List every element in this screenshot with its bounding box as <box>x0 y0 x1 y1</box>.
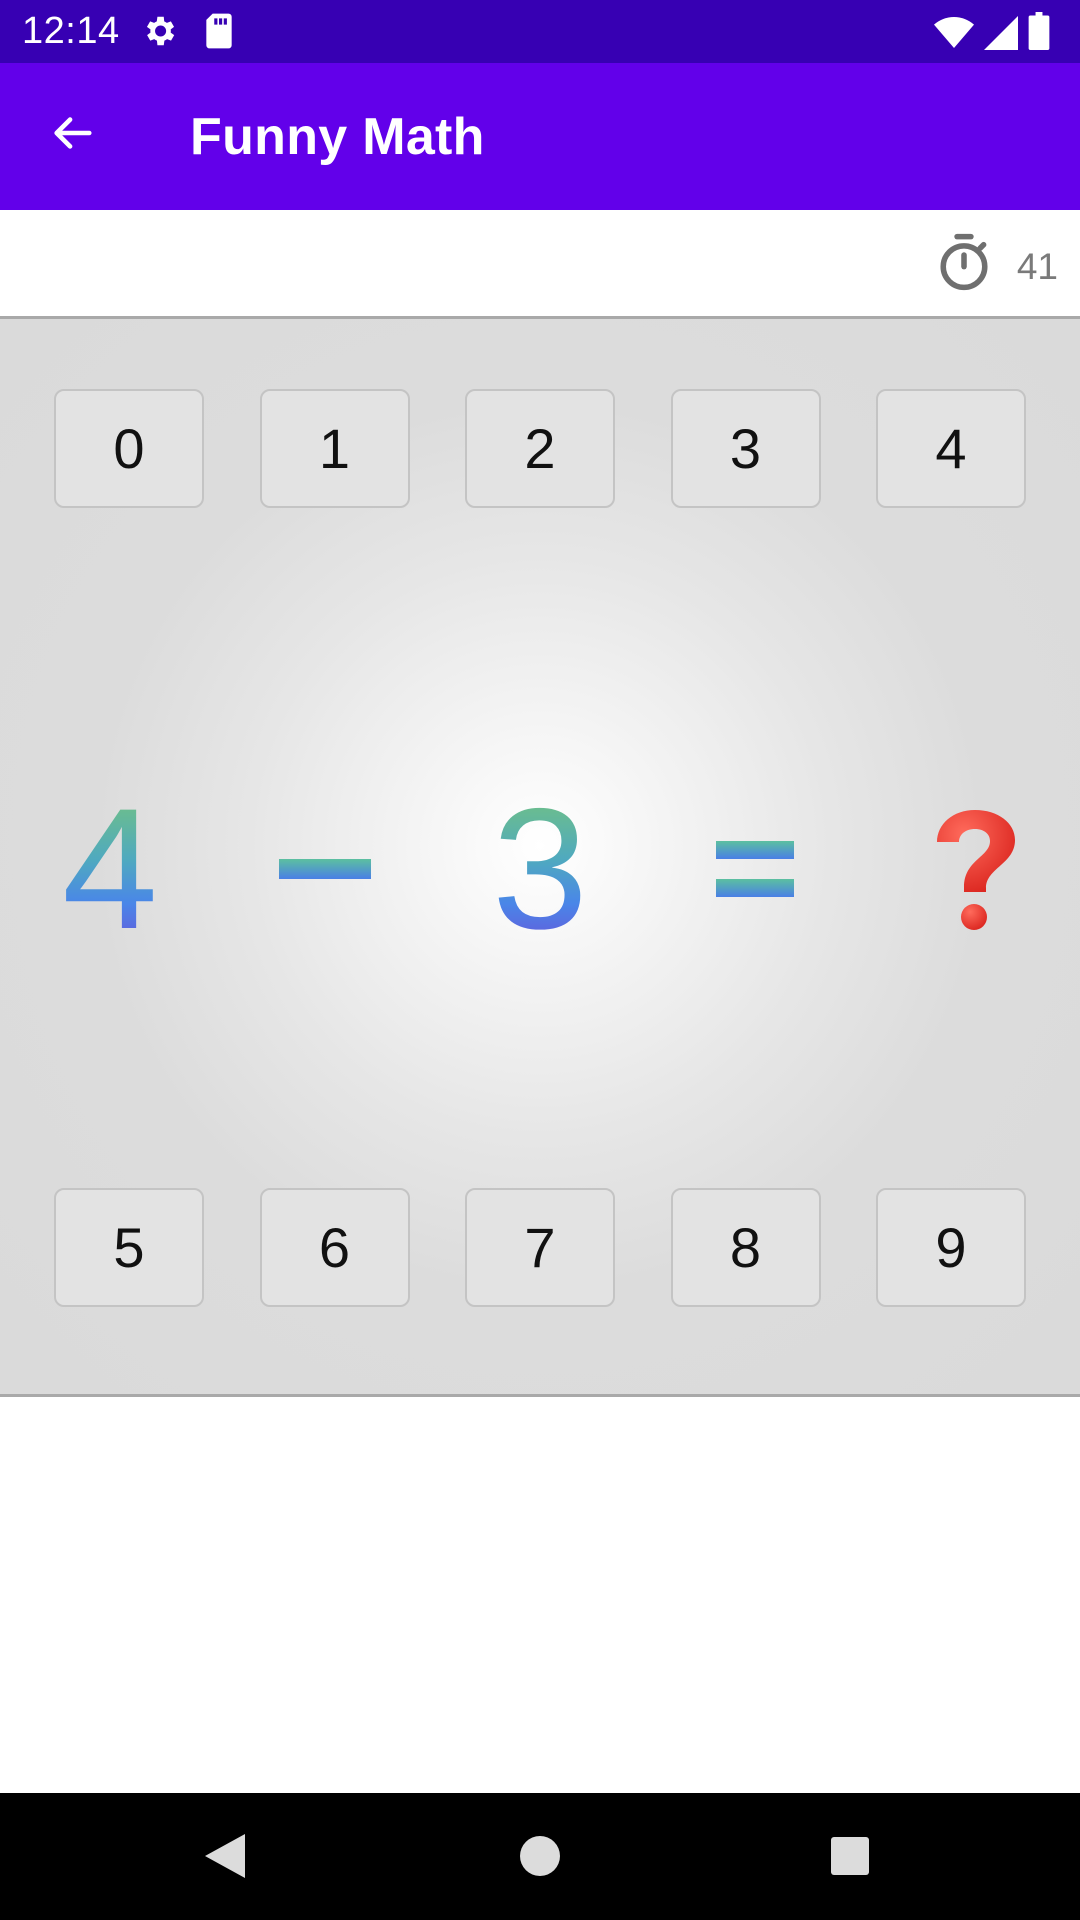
recents-square-icon <box>830 1836 870 1881</box>
app-bar: Funny Math <box>0 63 1080 210</box>
status-left-icons <box>140 12 236 55</box>
digit-key-1[interactable]: 1 <box>259 389 410 508</box>
status-right-icons <box>934 12 1050 55</box>
stopwatch-icon <box>936 232 992 297</box>
game-area: 0 1 2 3 4 4 3 5 6 7 8 9 <box>0 316 1080 1397</box>
back-triangle-icon <box>203 1832 247 1885</box>
settings-icon <box>140 12 178 55</box>
wifi-icon <box>934 16 974 55</box>
nav-home-button[interactable] <box>505 1823 575 1893</box>
home-circle-icon <box>519 1835 561 1882</box>
app-title: Funny Math <box>190 108 485 166</box>
equation: 4 3 <box>0 739 1080 999</box>
timer-value: 41 <box>1016 246 1058 287</box>
digit-key-3[interactable]: 3 <box>670 389 821 508</box>
timer-row: 41 <box>0 210 1080 316</box>
operand-a: 4 <box>40 739 180 999</box>
signal-icon <box>984 16 1018 55</box>
nav-back-button[interactable] <box>190 1823 260 1893</box>
battery-icon <box>1028 12 1050 55</box>
status-bar: 12:14 <box>0 0 1080 63</box>
digit-key-4[interactable]: 4 <box>876 389 1026 508</box>
keypad-top-row: 0 1 2 3 4 <box>54 389 1026 508</box>
operand-b: 3 <box>470 739 610 999</box>
digit-key-7[interactable]: 7 <box>465 1188 615 1307</box>
keypad-bottom-row: 5 6 7 8 9 <box>54 1188 1026 1307</box>
sd-card-icon <box>202 12 236 55</box>
question-mark-icon <box>910 739 1040 999</box>
digit-key-2[interactable]: 2 <box>465 389 615 508</box>
digit-key-0[interactable]: 0 <box>54 389 204 508</box>
nav-recents-button[interactable] <box>815 1823 885 1893</box>
operand-a-value: 4 <box>62 773 158 965</box>
operand-b-value: 3 <box>492 773 588 965</box>
status-time: 12:14 <box>22 10 120 52</box>
minus-icon <box>270 739 380 999</box>
digit-key-6[interactable]: 6 <box>259 1188 410 1307</box>
back-button[interactable] <box>36 99 108 171</box>
navigation-bar <box>0 1793 1080 1920</box>
digit-key-9[interactable]: 9 <box>876 1188 1026 1307</box>
digit-key-5[interactable]: 5 <box>54 1188 204 1307</box>
equals-icon <box>700 739 810 999</box>
digit-key-8[interactable]: 8 <box>670 1188 821 1307</box>
arrow-back-icon <box>49 110 95 161</box>
